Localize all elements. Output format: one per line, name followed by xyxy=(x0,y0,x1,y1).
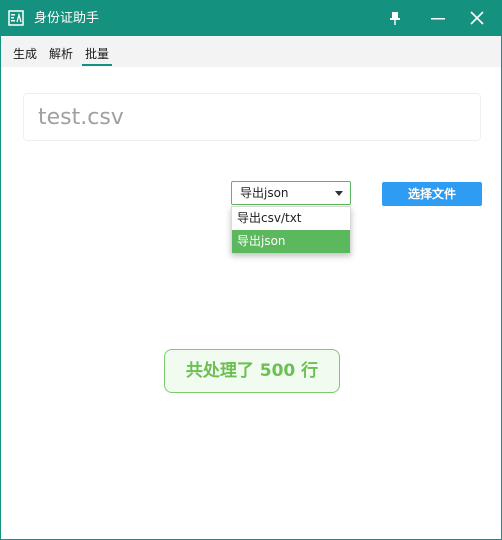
pin-icon xyxy=(390,12,400,25)
app-id-icon xyxy=(8,10,24,26)
export-format-select[interactable]: 导出json xyxy=(231,181,351,205)
file-path-field[interactable]: test.csv xyxy=(23,93,481,141)
export-format-dropdown: 导出csv/txt 导出json xyxy=(231,206,351,253)
dropdown-arrow-icon xyxy=(335,191,343,196)
tab-generate[interactable]: 生成 xyxy=(10,46,40,62)
window-title: 身份证助手 xyxy=(34,11,100,26)
minimize-button[interactable] xyxy=(418,1,458,36)
option-label: 导出json xyxy=(237,234,286,248)
option-export-csv-txt[interactable]: 导出csv/txt xyxy=(232,207,350,230)
export-format-value: 导出json xyxy=(240,186,289,200)
menu-bar: 生成 解析 批量 xyxy=(1,36,501,67)
option-label: 导出csv/txt xyxy=(237,211,302,225)
title-bar[interactable]: 身份证助手 xyxy=(1,1,501,36)
choose-file-button[interactable]: 选择文件 xyxy=(382,182,482,206)
close-button[interactable] xyxy=(457,1,497,36)
tab-batch[interactable]: 批量 xyxy=(82,46,113,66)
app-window: 身份证助手 生成 解析 批量 test.csv 导出json 导出csv/txt… xyxy=(0,0,502,540)
tab-parse[interactable]: 解析 xyxy=(46,46,76,62)
result-badge: 共处理了 500 行 xyxy=(164,349,340,393)
close-icon xyxy=(470,11,484,25)
option-export-json[interactable]: 导出json xyxy=(232,230,350,253)
minimize-icon xyxy=(431,18,445,20)
pin-button[interactable] xyxy=(375,1,415,36)
file-name-text: test.csv xyxy=(38,105,124,130)
